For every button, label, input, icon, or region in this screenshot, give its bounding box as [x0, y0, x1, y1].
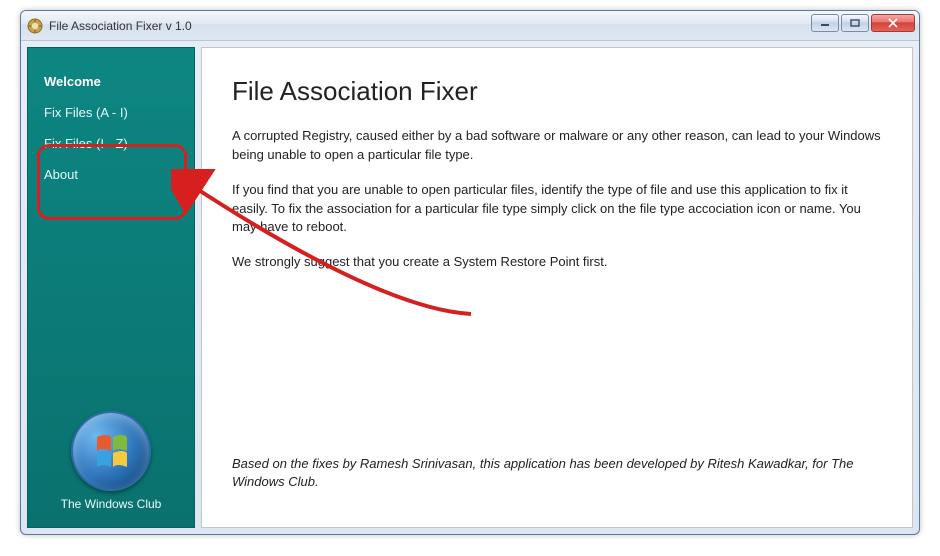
- brand-area: The Windows Club: [42, 411, 180, 517]
- client-area: Welcome Fix Files (A - I) Fix Files (I -…: [21, 41, 919, 534]
- titlebar[interactable]: File Association Fixer v 1.0: [21, 11, 919, 41]
- content-panel: File Association Fixer A corrupted Regis…: [201, 47, 913, 528]
- sidebar-item-welcome[interactable]: Welcome: [42, 66, 180, 97]
- close-button[interactable]: [871, 14, 915, 32]
- paragraph-3: We strongly suggest that you create a Sy…: [232, 253, 882, 272]
- window-title: File Association Fixer v 1.0: [49, 19, 192, 33]
- sidebar-item-fix-i-z[interactable]: Fix Files (I - Z): [42, 128, 180, 159]
- paragraph-2: If you find that you are unable to open …: [232, 181, 882, 238]
- sidebar-item-about[interactable]: About: [42, 159, 180, 190]
- paragraph-1: A corrupted Registry, caused either by a…: [232, 127, 882, 165]
- app-icon: [27, 18, 43, 34]
- minimize-button[interactable]: [811, 14, 839, 32]
- window-controls: [811, 14, 915, 32]
- brand-label: The Windows Club: [42, 497, 180, 511]
- maximize-button[interactable]: [841, 14, 869, 32]
- app-window: File Association Fixer v 1.0 Welcome Fix…: [20, 10, 920, 535]
- windows-logo-icon: [71, 411, 151, 491]
- page-heading: File Association Fixer: [232, 76, 882, 107]
- sidebar: Welcome Fix Files (A - I) Fix Files (I -…: [27, 47, 195, 528]
- sidebar-item-fix-a-i[interactable]: Fix Files (A - I): [42, 97, 180, 128]
- footer-credit: Based on the fixes by Ramesh Srinivasan,…: [232, 455, 882, 491]
